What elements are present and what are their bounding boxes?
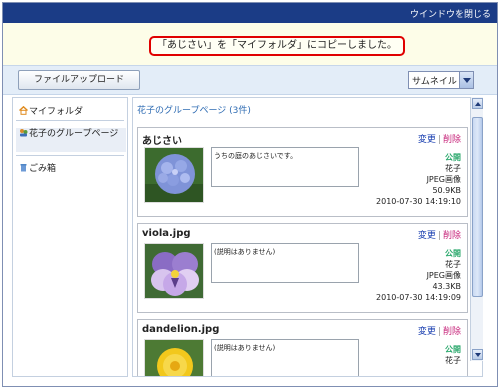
file-type: JPEG画像 (426, 271, 461, 280)
toolbar: ファイルアップロード サムネイル (3, 65, 497, 95)
view-mode-select[interactable]: サムネイル (408, 71, 474, 89)
sidebar-item-my-folder[interactable]: マイフォルダ (19, 104, 125, 117)
owner-name: 花子 (445, 260, 461, 269)
dandelion-image[interactable] (144, 339, 204, 376)
sidebar-divider (16, 155, 124, 156)
file-meta: 公開 花子 JPEG画像 43.3KB 2010-07-30 14:19:09 (376, 248, 461, 303)
edit-link[interactable]: 変更 (418, 231, 436, 241)
group-icon (19, 128, 28, 137)
card-actions: 変更 | 削除 (417, 231, 461, 241)
sidebar-item-label: ごみ箱 (29, 164, 57, 174)
delete-link[interactable]: 削除 (443, 231, 461, 241)
file-type: JPEG画像 (426, 175, 461, 184)
delete-link[interactable]: 削除 (443, 327, 461, 337)
file-title[interactable]: dandelion.jpg (142, 324, 219, 335)
file-size: 43.3KB (432, 282, 461, 291)
status-badge: 公開 (445, 345, 461, 354)
hydrangea-image[interactable] (144, 147, 204, 203)
chevron-down-icon[interactable] (459, 72, 473, 88)
edit-link[interactable]: 変更 (418, 135, 436, 145)
scroll-thumb[interactable] (472, 117, 483, 297)
status-badge: 公開 (445, 153, 461, 162)
card-actions: 変更 | 削除 (417, 135, 461, 145)
sidebar: マイフォルダ 花子のグループページ ごみ箱 (12, 97, 128, 377)
copy-notice: 「あじさい」を「マイフォルダ」にコピーしました。 (149, 36, 405, 56)
file-title[interactable]: viola.jpg (142, 228, 191, 239)
trash-icon (19, 163, 28, 172)
group-page-title: 花子のグループページ (3件) (137, 106, 251, 116)
file-meta: 公開 花子 JPEG画像 50.9KB 2010-07-30 14:19:10 (376, 152, 461, 207)
sidebar-item-label: マイフォルダ (29, 107, 84, 117)
file-card[interactable]: あじさい 変更 | 削除 うちの庭のあじさいです。 公開 花子 JPEG画像 5… (137, 127, 468, 217)
file-meta: 公開 花子 (445, 344, 461, 366)
file-card[interactable]: viola.jpg 変更 | 削除 (説明はありません) 公開 花子 JPEG画… (137, 223, 468, 313)
viola-image[interactable] (144, 243, 204, 299)
file-list-panel: 花子のグループページ (3件) あじさい 変更 | 削除 うちの庭のあじさいです… (132, 97, 483, 377)
file-date: 2010-07-30 14:19:10 (376, 197, 461, 206)
close-window-link[interactable]: ウインドウを閉じる (410, 7, 491, 20)
sidebar-item-group-page[interactable]: 花子のグループページ (16, 128, 126, 152)
notice-area: 「あじさい」を「マイフォルダ」にコピーしました。 (3, 23, 497, 65)
delete-link[interactable]: 削除 (443, 135, 461, 145)
status-badge: 公開 (445, 249, 461, 258)
scroll-up-icon[interactable] (472, 98, 483, 109)
sidebar-item-trash[interactable]: ごみ箱 (19, 161, 125, 174)
card-actions: 変更 | 削除 (417, 327, 461, 337)
file-upload-button[interactable]: ファイルアップロード (18, 70, 140, 90)
owner-name: 花子 (445, 164, 461, 173)
file-date: 2010-07-30 14:19:09 (376, 293, 461, 302)
view-mode-selected: サムネイル (412, 77, 457, 87)
file-size: 50.9KB (432, 186, 461, 195)
sidebar-divider (16, 120, 124, 121)
popup-window: ウインドウを閉じる 「あじさい」を「マイフォルダ」にコピーしました。 ファイルア… (2, 2, 498, 387)
file-card[interactable]: dandelion.jpg 変更 | 削除 (説明はありません) 公開 花子 (137, 319, 468, 376)
scroll-down-icon[interactable] (472, 349, 483, 360)
owner-name: 花子 (445, 356, 461, 365)
window-topbar: ウインドウを閉じる (3, 3, 497, 23)
description-box: (説明はありません) (211, 339, 359, 376)
folder-home-icon (19, 105, 28, 115)
edit-link[interactable]: 変更 (418, 327, 436, 337)
description-box: (説明はありません) (211, 243, 359, 283)
sidebar-item-label: 花子のグループページ (29, 129, 119, 139)
description-box: うちの庭のあじさいです。 (211, 147, 359, 187)
vertical-scrollbar[interactable] (470, 97, 483, 361)
file-title[interactable]: あじさい (142, 132, 182, 147)
